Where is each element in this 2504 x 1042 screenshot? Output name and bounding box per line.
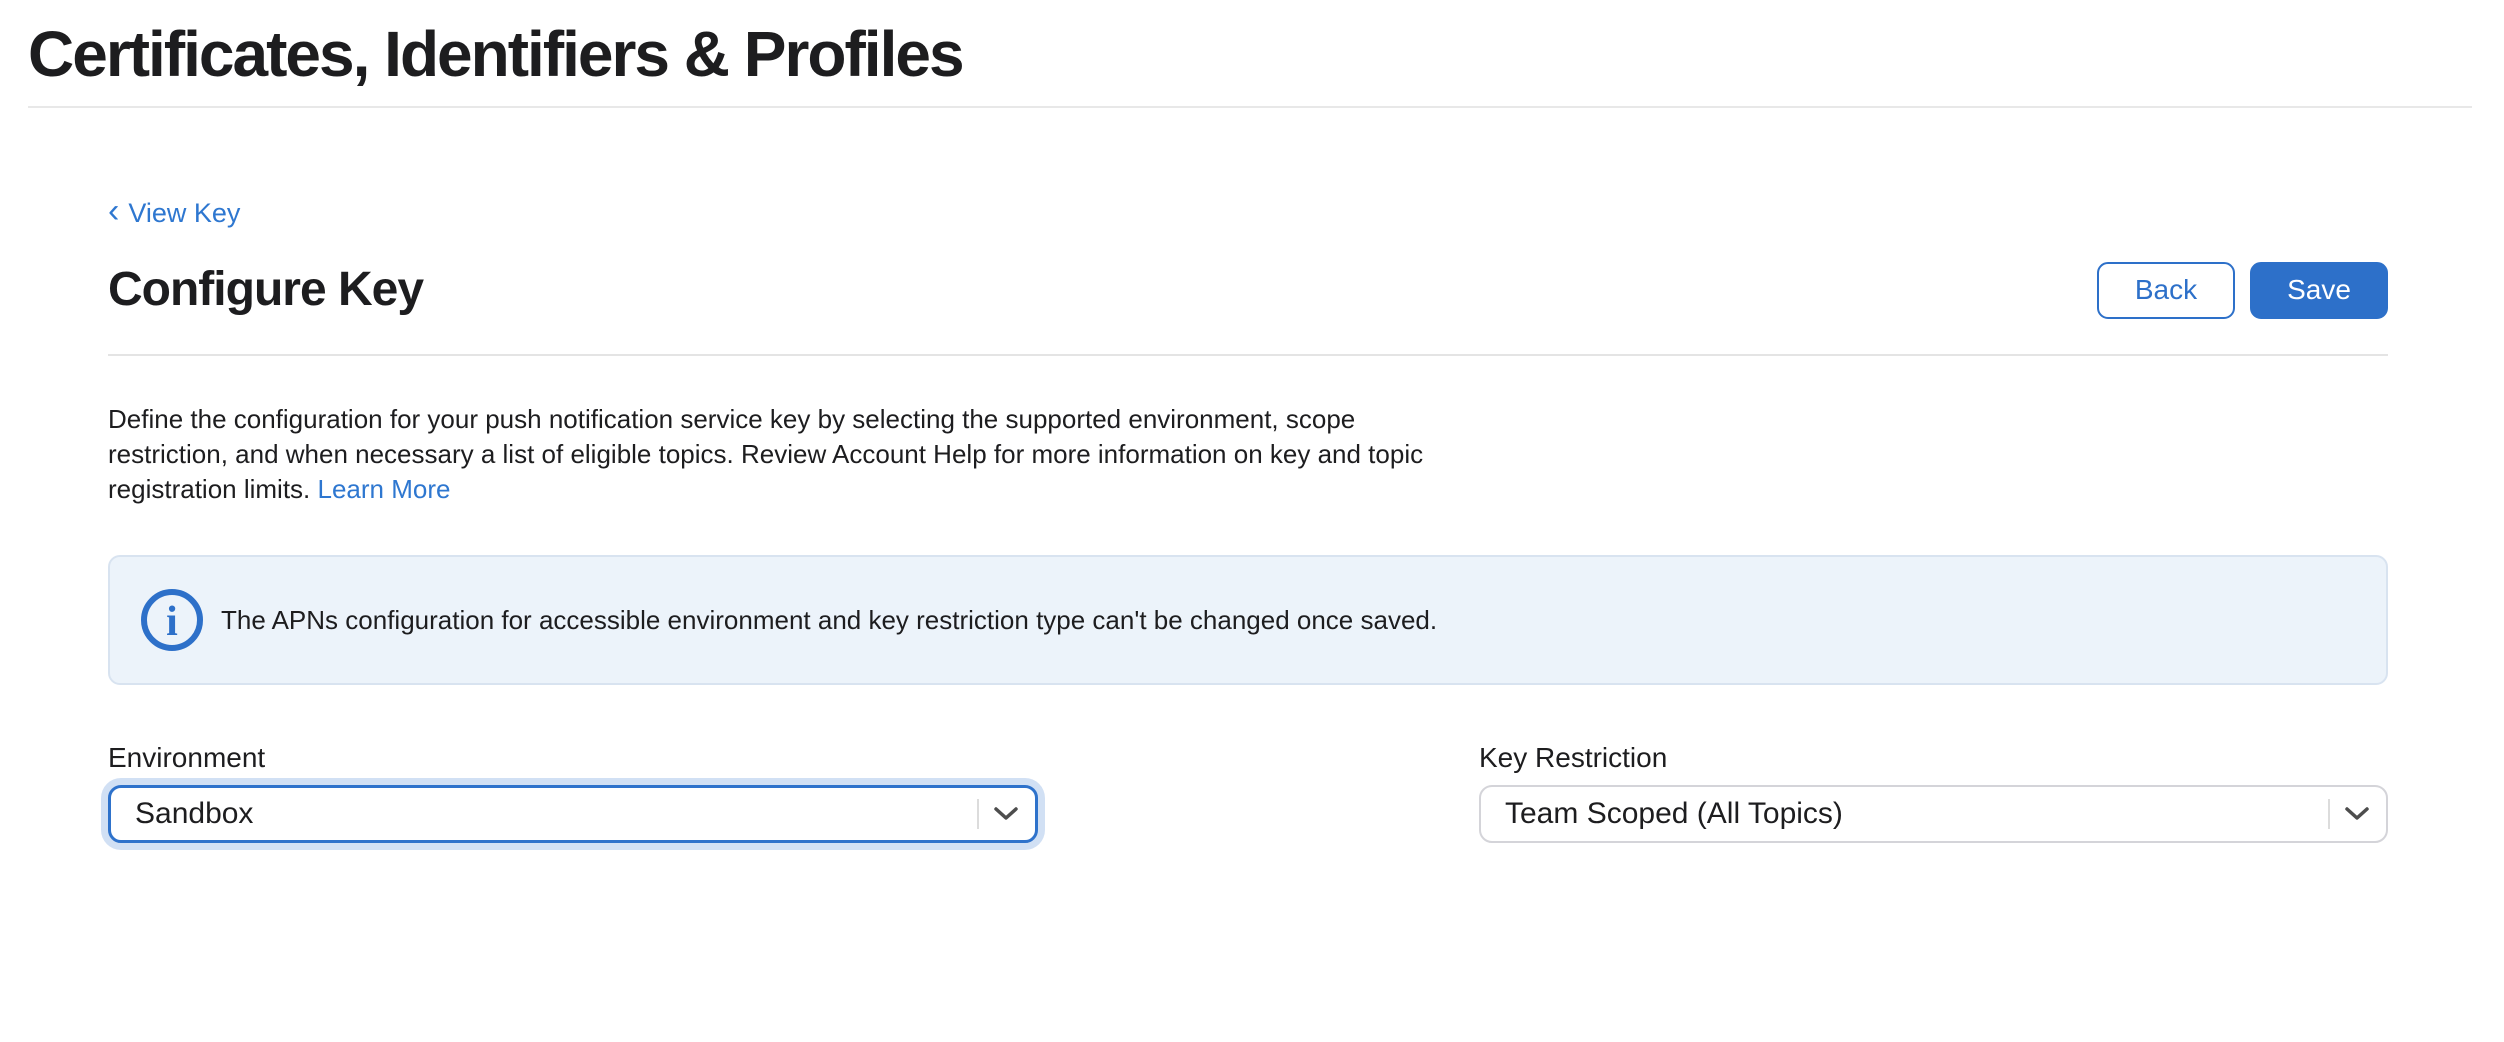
back-link-view-key[interactable]: ‹ View Key: [108, 196, 240, 230]
environment-field: Environment Sandbox: [108, 741, 1038, 843]
form-row: Environment Sandbox Key Restriction Team…: [108, 741, 2388, 843]
learn-more-link[interactable]: Learn More: [318, 474, 451, 504]
chevron-down-icon: [992, 805, 1020, 823]
chevron-down-icon: [2343, 805, 2371, 823]
description-text: Define the configuration for your push n…: [108, 402, 2388, 507]
select-separator: [2328, 799, 2330, 829]
section-divider: [108, 354, 2388, 356]
back-button[interactable]: Back: [2097, 262, 2235, 319]
save-button[interactable]: Save: [2250, 262, 2388, 319]
environment-select[interactable]: Sandbox: [108, 785, 1038, 843]
chevron-left-icon: ‹: [108, 196, 119, 226]
page-header: Certificates, Identifiers & Profiles: [28, 0, 2472, 108]
description-line-1: Define the configuration for your push n…: [108, 402, 2388, 437]
back-link-label: View Key: [128, 196, 240, 230]
section-heading: Configure Key: [108, 260, 423, 320]
environment-select-value: Sandbox: [111, 797, 253, 831]
select-separator: [977, 799, 979, 829]
svg-text:i: i: [166, 599, 178, 645]
configure-key-section: ‹ View Key Configure Key Back Save Defin…: [108, 108, 2388, 843]
description-line-2: restriction, and when necessary a list o…: [108, 437, 2388, 472]
key-restriction-select-value: Team Scoped (All Topics): [1481, 797, 1843, 831]
page-title: Certificates, Identifiers & Profiles: [28, 14, 2472, 94]
info-icon: i: [140, 588, 204, 652]
key-restriction-select[interactable]: Team Scoped (All Topics): [1479, 785, 2388, 843]
info-banner: i The APNs configuration for accessible …: [108, 555, 2388, 685]
button-group: Back Save: [2097, 262, 2388, 319]
key-restriction-field: Key Restriction Team Scoped (All Topics): [1479, 741, 2388, 843]
environment-label: Environment: [108, 741, 1038, 775]
key-restriction-label: Key Restriction: [1479, 741, 2388, 775]
description-line-3: registration limits.: [108, 474, 310, 504]
banner-text: The APNs configuration for accessible en…: [221, 603, 1437, 637]
heading-row: Configure Key Back Save: [108, 260, 2388, 320]
